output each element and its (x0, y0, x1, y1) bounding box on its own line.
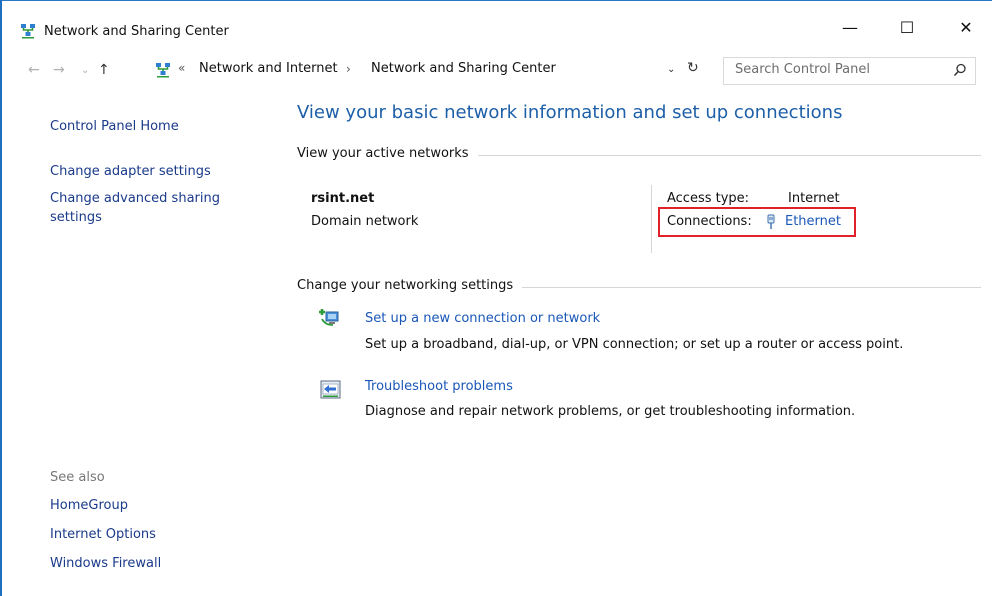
troubleshoot-icon (320, 380, 341, 399)
minimize-button[interactable]: — (827, 13, 873, 41)
access-type-value: Internet (788, 191, 840, 206)
refresh-button[interactable]: ↻ (687, 60, 699, 76)
troubleshoot-problems-link[interactable]: Troubleshoot problems (365, 379, 513, 394)
troubleshoot-problems-description: Diagnose and repair network problems, or… (365, 404, 856, 419)
network-name: rsint.net (311, 191, 375, 206)
active-networks-heading: View your active networks (297, 146, 475, 161)
breadcrumb-network-and-internet[interactable]: Network and Internet (199, 61, 338, 76)
address-dropdown-button[interactable]: ⌄ (667, 64, 675, 75)
recent-locations-button[interactable]: ⌄ (81, 60, 89, 80)
network-center-icon (21, 24, 35, 39)
change-advanced-sharing-settings-link-line2[interactable]: settings (50, 210, 102, 225)
section-divider (478, 155, 981, 156)
setup-new-connection-link[interactable]: Set up a new connection or network (365, 311, 600, 326)
breadcrumb-network-and-sharing-center[interactable]: Network and Sharing Center (371, 61, 556, 76)
up-button[interactable]: ↑ (98, 60, 110, 80)
network-type: Domain network (311, 214, 419, 229)
network-info-divider (651, 185, 652, 253)
change-adapter-settings-link[interactable]: Change adapter settings (50, 164, 211, 179)
close-button[interactable]: ✕ (943, 13, 989, 41)
access-type-label: Access type: (667, 191, 750, 206)
maximize-button[interactable]: ☐ (884, 13, 930, 41)
homegroup-link[interactable]: HomeGroup (50, 498, 128, 513)
control-panel-home-link[interactable]: Control Panel Home (50, 119, 179, 134)
page-title: View your basic network information and … (297, 102, 843, 123)
windows-firewall-link[interactable]: Windows Firewall (50, 556, 161, 571)
setup-new-connection-description: Set up a broadband, dial-up, or VPN conn… (365, 337, 904, 352)
internet-options-link[interactable]: Internet Options (50, 527, 156, 542)
breadcrumb-overflow-button[interactable]: « (178, 61, 185, 75)
network-center-icon (156, 63, 170, 78)
change-settings-heading: Change your networking settings (297, 278, 520, 293)
see-also-heading: See also (50, 470, 105, 485)
section-divider (522, 287, 981, 288)
window-left-border (0, 0, 2, 596)
forward-button[interactable]: → (53, 60, 65, 80)
network-sharing-center-window: Network and Sharing Center — ☐ ✕ ← → ⌄ ↑… (0, 0, 992, 596)
window-title: Network and Sharing Center (44, 24, 229, 39)
new-connection-icon (319, 309, 339, 326)
breadcrumb-separator[interactable]: › (346, 62, 351, 76)
search-placeholder: Search Control Panel (735, 62, 870, 77)
back-button[interactable]: ← (28, 60, 40, 80)
change-advanced-sharing-settings-link[interactable]: Change advanced sharing (50, 191, 220, 206)
search-icon[interactable] (953, 63, 967, 77)
connections-highlight-box (658, 207, 856, 237)
